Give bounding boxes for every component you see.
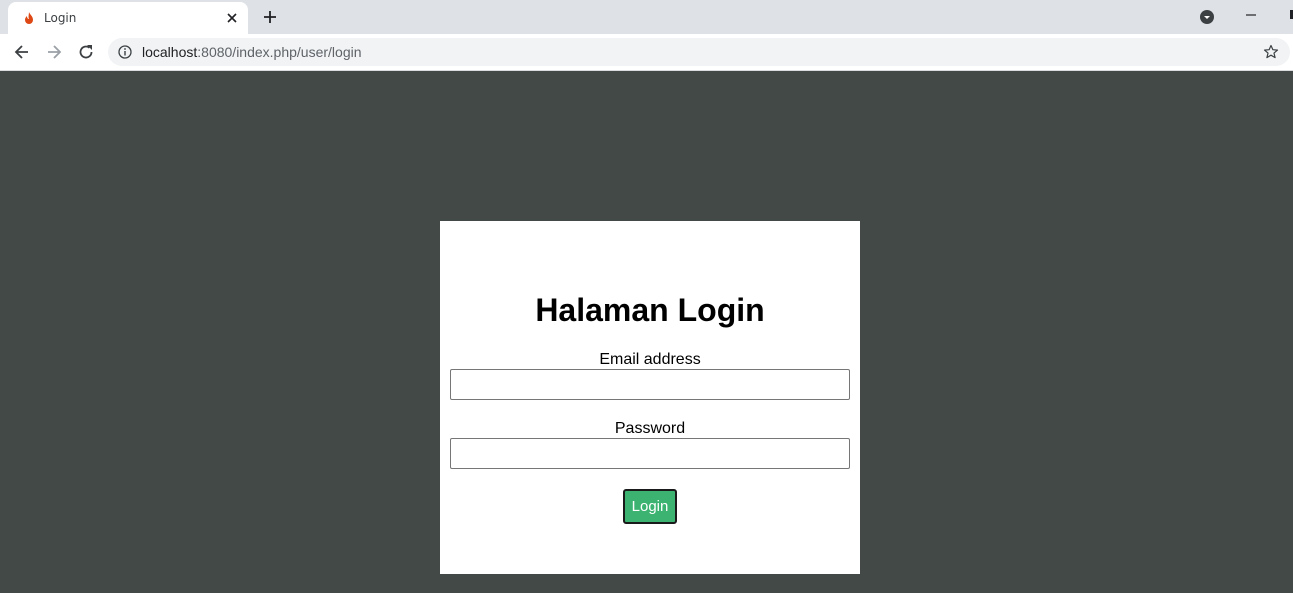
star-icon[interactable] <box>1263 44 1279 60</box>
tab-title: Login <box>44 11 77 25</box>
flame-icon <box>25 12 33 24</box>
browser-toolbar: localhost:8080/index.php/user/login <box>0 34 1293 71</box>
password-label: Password <box>614 420 686 437</box>
url-text[interactable]: localhost:8080/index.php/user/login <box>142 44 362 60</box>
email-field[interactable] <box>450 369 850 400</box>
url-path: :8080/index.php/user/login <box>197 44 362 60</box>
password-field[interactable] <box>450 438 850 469</box>
browser-tab-bar: Login <box>0 0 1293 34</box>
minimize-icon[interactable] <box>1243 8 1259 24</box>
login-card: Halaman Login Email address Password Log… <box>440 221 860 574</box>
url-host: localhost <box>142 44 198 60</box>
plus-icon[interactable] <box>260 7 280 27</box>
close-icon[interactable] <box>224 10 240 26</box>
address-bar[interactable]: localhost:8080/index.php/user/login <box>108 38 1290 66</box>
arrow-left-icon[interactable] <box>12 42 32 62</box>
page-body: Halaman Login Email address Password Log… <box>0 71 1293 593</box>
info-icon[interactable] <box>118 45 132 59</box>
page-title: Halaman Login <box>535 292 765 328</box>
arrow-right-icon[interactable] <box>44 42 64 62</box>
reload-icon[interactable] <box>76 42 96 62</box>
email-label: Email address <box>599 351 701 368</box>
login-button[interactable]: Login <box>623 489 677 524</box>
browser-tab[interactable]: Login <box>8 2 248 34</box>
chevron-down-circle-icon[interactable] <box>1199 9 1215 25</box>
